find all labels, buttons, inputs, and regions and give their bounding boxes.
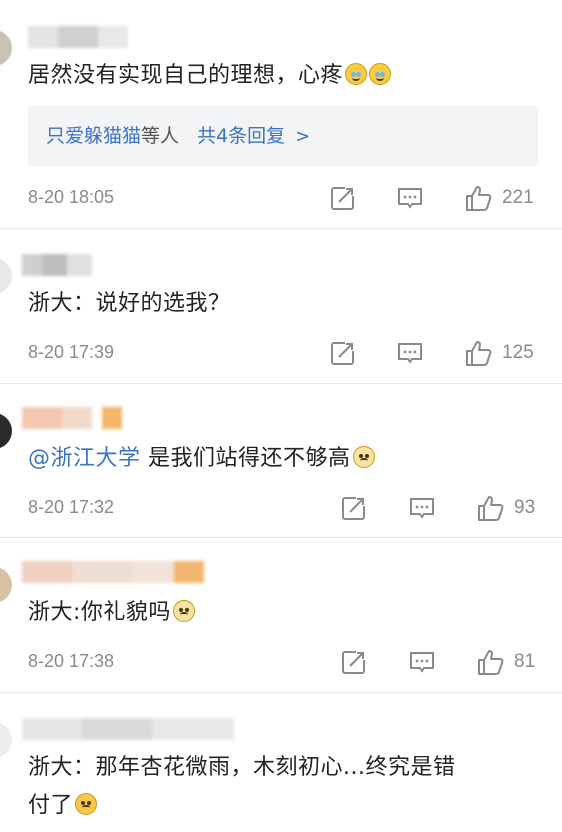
reply-count[interactable]: 共4条回复 <box>197 125 285 147</box>
username-blurred[interactable] <box>22 407 122 429</box>
laugh-cry-emoji <box>345 63 368 85</box>
mention-link[interactable]: @浙江大学 <box>28 446 141 471</box>
comment-icon[interactable] <box>409 649 435 675</box>
like-count: 93 <box>514 497 536 518</box>
comment-time: 8-20 17:32 <box>28 497 115 517</box>
comment-item: 浙大:你礼貌吗 8-20 17:38 81 <box>0 537 562 692</box>
comment-item: 居然没有实现自己的理想，心疼 只爱躲猫猫等人 共4条回复 > 8-20 18:05… <box>0 0 562 228</box>
username-blurred[interactable] <box>28 26 128 48</box>
share-icon[interactable] <box>330 185 356 211</box>
share-icon[interactable] <box>341 495 367 521</box>
comment-icon[interactable] <box>409 495 435 521</box>
comment-text: 浙大:你礼貌吗 <box>28 595 195 631</box>
reply-names[interactable]: 只爱躲猫猫 <box>46 125 141 147</box>
like-count: 221 <box>502 187 534 208</box>
reply-mid: 等人 <box>141 125 180 147</box>
sad-emoji <box>172 600 195 622</box>
username-blurred[interactable] <box>22 718 234 740</box>
reply-summary[interactable]: 只爱躲猫猫等人 共4条回复 > <box>28 106 538 166</box>
comment-text-line2: 付了 <box>28 788 98 824</box>
avatar[interactable] <box>0 30 12 66</box>
comment-item: 浙大：那年杏花微雨，木刻初心...终究是错 付了 <box>0 692 562 832</box>
comment-item: 浙大：说好的选我？ 8-20 17:39 125 <box>0 228 562 383</box>
shy-emoji <box>75 793 98 815</box>
comment-time: 8-20 18:05 <box>28 187 115 207</box>
avatar[interactable] <box>0 413 12 449</box>
laugh-cry-emoji <box>369 63 392 85</box>
comment-icon[interactable] <box>397 340 423 366</box>
comment-text: @浙江大学 是我们站得还不够高 <box>28 441 375 477</box>
chevron-right-icon: > <box>295 126 311 147</box>
comment-item: @浙江大学 是我们站得还不够高 8-20 17:32 93 <box>0 383 562 537</box>
like-icon[interactable] <box>464 184 492 211</box>
username-blurred[interactable] <box>22 254 92 276</box>
comment-text: 居然没有实现自己的理想，心疼 <box>28 58 392 94</box>
avatar[interactable] <box>0 258 12 294</box>
username-blurred[interactable] <box>22 561 204 583</box>
like-icon[interactable] <box>476 648 504 675</box>
share-icon[interactable] <box>341 649 367 675</box>
comment-time: 8-20 17:38 <box>28 651 115 671</box>
share-icon[interactable] <box>330 340 356 366</box>
avatar[interactable] <box>0 722 12 758</box>
comment-icon[interactable] <box>397 185 423 211</box>
sad-emoji <box>352 446 375 468</box>
comment-text-line1: 浙大：那年杏花微雨，木刻初心...终究是错 <box>28 755 456 780</box>
like-icon[interactable] <box>464 339 492 366</box>
comment-text: 浙大：说好的选我？ <box>28 291 231 316</box>
like-count: 81 <box>514 651 536 672</box>
comment-time: 8-20 17:39 <box>28 342 115 362</box>
like-icon[interactable] <box>476 494 504 521</box>
avatar[interactable] <box>0 567 12 603</box>
like-count: 125 <box>502 342 534 363</box>
